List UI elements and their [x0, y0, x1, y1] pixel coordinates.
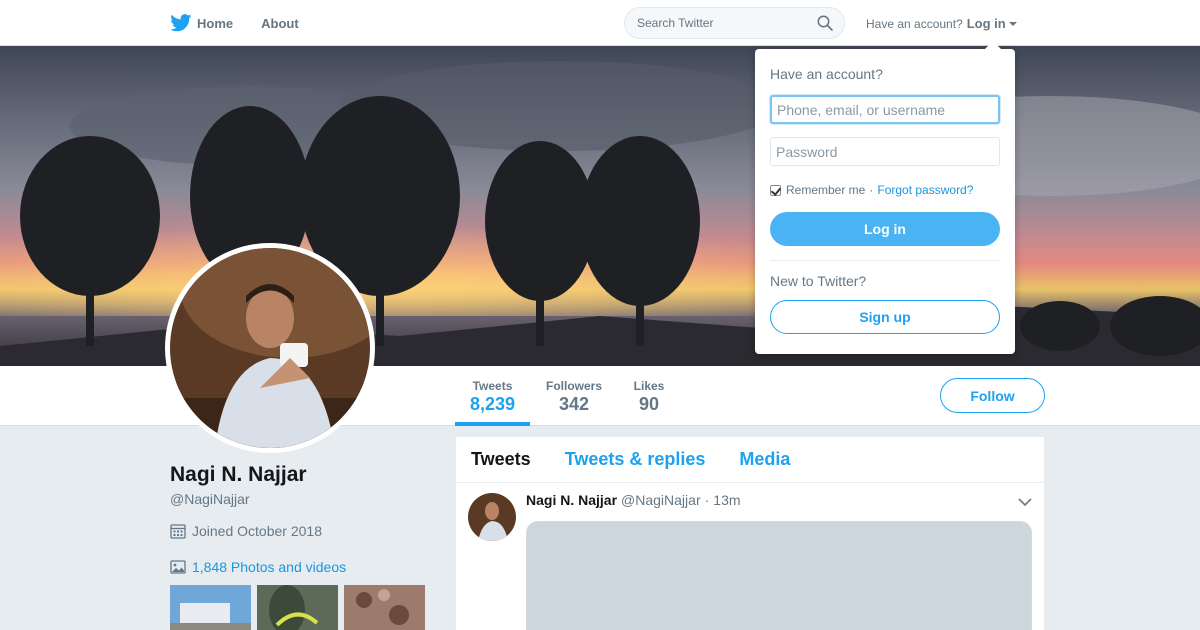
search-icon[interactable]	[817, 15, 833, 31]
remember-label[interactable]: Remember me	[786, 183, 865, 197]
chevron-down-icon[interactable]	[1018, 497, 1032, 507]
timeline-tabs: Tweets Tweets & replies Media	[456, 437, 1044, 483]
follow-button[interactable]: Follow	[940, 378, 1045, 413]
tweet-author-handle[interactable]: @NagiNajjar	[621, 492, 701, 508]
top-nav-bar: Home About Have an account? Log in	[0, 0, 1200, 46]
nav-home-label: Home	[197, 15, 234, 31]
account-menu: Have an account? Log in	[866, 16, 1017, 31]
username-field[interactable]	[770, 95, 1000, 124]
photo-thumbnail[interactable]	[170, 585, 251, 630]
remember-separator: ·	[869, 183, 874, 197]
profile-joined: Joined October 2018	[170, 523, 322, 539]
calendar-icon	[170, 524, 186, 539]
tab-tweets[interactable]: Tweets	[471, 449, 531, 470]
stat-followers-label: Followers	[545, 379, 602, 393]
tweet-separator: ·	[704, 492, 710, 508]
tweet-timestamp[interactable]: 13m	[713, 492, 740, 508]
tweet-avatar[interactable]	[468, 493, 516, 541]
twitter-bird-icon	[170, 14, 192, 32]
stat-likes-label: Likes	[633, 379, 665, 393]
nav-about-link[interactable]: About	[261, 16, 299, 31]
profile-handle[interactable]: @NagiNajjar	[170, 491, 250, 507]
nav-home-link[interactable]: Home	[170, 14, 233, 32]
photos-link[interactable]: 1,848 Photos and videos	[170, 559, 346, 575]
caret-down-icon[interactable]	[1008, 22, 1017, 26]
dropdown-title: Have an account?	[770, 66, 883, 82]
avatar-photo	[170, 248, 370, 448]
photo-thumbnails	[170, 585, 431, 630]
forgot-password-link[interactable]: Forgot password?	[877, 183, 973, 197]
stat-tweets[interactable]: Tweets 8,239	[455, 366, 530, 426]
login-menu-link[interactable]: Log in	[967, 16, 1006, 31]
profile-avatar[interactable]	[165, 243, 375, 453]
nav-about-label: About	[261, 15, 299, 31]
timeline: Tweets Tweets & replies Media Nagi N. Na…	[456, 437, 1044, 630]
login-dropdown: Have an account? Remember me · Forgot pa…	[755, 41, 1015, 354]
joined-text: Joined October 2018	[192, 523, 322, 539]
login-button[interactable]: Log in	[770, 212, 1000, 246]
new-to-twitter-text: New to Twitter?	[770, 273, 867, 289]
remember-row: Remember me · Forgot password?	[770, 183, 973, 197]
profile-name[interactable]: Nagi N. Najjar	[170, 463, 307, 487]
tweet-media[interactable]	[526, 521, 1032, 630]
photo-thumbnail[interactable]	[344, 585, 425, 630]
nav-links: Home About	[170, 0, 327, 46]
password-field[interactable]	[770, 137, 1000, 166]
photos-label: 1,848 Photos and videos	[192, 559, 347, 575]
signup-button[interactable]: Sign up	[770, 300, 1000, 334]
tweet-item[interactable]: Nagi N. Najjar @NagiNajjar · 13m	[456, 483, 1044, 630]
dropdown-arrow	[985, 41, 1001, 49]
photo-icon	[170, 560, 186, 574]
tweet-header: Nagi N. Najjar @NagiNajjar · 13m	[526, 492, 741, 508]
search-input[interactable]	[625, 8, 805, 38]
stat-followers-value: 342	[558, 394, 590, 414]
stat-tweets-label: Tweets	[472, 379, 513, 393]
dropdown-divider	[770, 260, 1000, 261]
checkbox-checked-icon[interactable]	[770, 184, 781, 196]
stat-likes[interactable]: Likes 90	[626, 366, 672, 426]
stat-likes-value: 90	[638, 394, 660, 414]
stat-followers[interactable]: Followers 342	[538, 366, 610, 426]
account-prompt: Have an account?	[866, 16, 963, 31]
tab-tweets-and-replies[interactable]: Tweets & replies	[565, 449, 706, 470]
tab-media[interactable]: Media	[739, 449, 790, 470]
search-box[interactable]	[624, 7, 845, 39]
tweet-author-name[interactable]: Nagi N. Najjar	[526, 492, 617, 508]
photo-thumbnail[interactable]	[257, 585, 338, 630]
stat-tweets-value: 8,239	[469, 394, 516, 414]
